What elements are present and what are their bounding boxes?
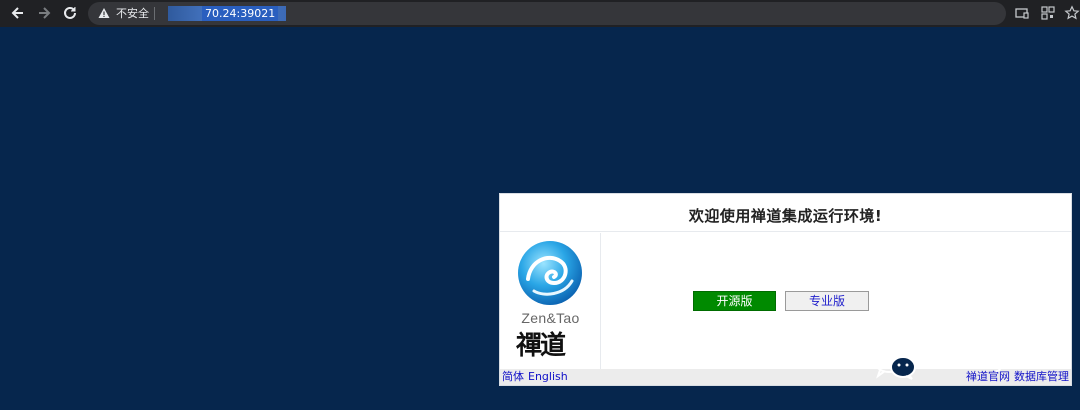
language-simplified-link[interactable]: 简体 — [502, 370, 524, 383]
address-bar[interactable]: 不安全 70.24:39021 — [88, 2, 1006, 25]
url-text[interactable]: 70.24:39021 — [202, 6, 279, 21]
divider — [154, 7, 155, 20]
language-english-link[interactable]: English — [528, 370, 568, 383]
reload-icon[interactable] — [60, 3, 80, 23]
zentao-logo-icon — [518, 241, 582, 305]
dialog-header: 欢迎使用禅道集成运行环境! — [500, 194, 1071, 232]
dialog-title: 欢迎使用禅道集成运行环境! — [688, 207, 883, 225]
back-arrow-icon[interactable] — [8, 3, 28, 23]
star-icon[interactable] — [1064, 5, 1080, 21]
security-label[interactable]: 不安全 — [116, 6, 149, 21]
language-links: 简体 English — [502, 370, 568, 384]
warning-icon[interactable] — [98, 7, 110, 19]
open-source-edition-button[interactable]: 开源版 — [693, 291, 776, 311]
watermark-text: kanhayou — [924, 345, 1037, 373]
browser-toolbar: 不安全 70.24:39021 — [0, 0, 1080, 27]
pro-edition-button[interactable]: 专业版 — [785, 291, 869, 311]
logo-english-text: Zen&Tao — [521, 310, 580, 326]
zentao-logo: Zen&Tao 禪道 — [500, 233, 601, 369]
wechat-icon — [873, 347, 916, 380]
forward-arrow-icon[interactable] — [34, 3, 54, 23]
logo-chinese-text: 禪道 — [516, 331, 566, 361]
cast-icon[interactable] — [1014, 5, 1030, 21]
qr-icon[interactable] — [1040, 5, 1056, 21]
